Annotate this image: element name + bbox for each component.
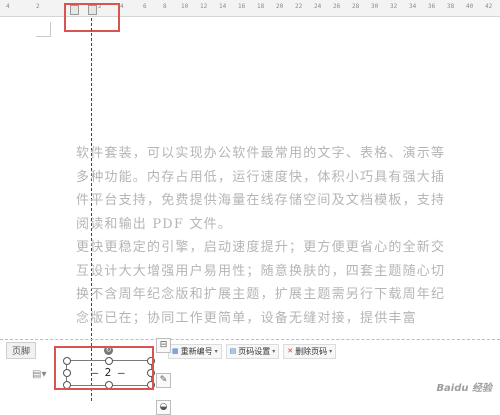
- ruler-tick-label: 10: [181, 3, 189, 10]
- chevron-down-icon: ▾: [329, 347, 333, 355]
- page-margin-corner: [36, 22, 51, 37]
- document-icon[interactable]: ▤▾: [32, 369, 46, 380]
- footer-separator: [0, 339, 500, 340]
- renumber-button[interactable]: ▦ 重新编号 ▾: [168, 343, 222, 359]
- ruler-tick-label: 14: [219, 3, 227, 10]
- ruler-tick-label: 24: [314, 3, 322, 10]
- chevron-down-icon: ▾: [272, 347, 276, 355]
- renumber-label: 重新编号: [180, 346, 213, 356]
- ruler-tick-label: 4: [6, 3, 10, 10]
- ruler-tick-label: 28: [352, 3, 360, 10]
- body-line: 互设计大大增强用户易用性；随意换肤的，四套主题随心切: [76, 263, 446, 279]
- ruler-tick-label: 40: [466, 3, 474, 10]
- body-line: 软件套装，可以实现办公软件最常用的文字、表格、演示等: [76, 146, 446, 161]
- layout-options-icon[interactable]: ⊟: [156, 338, 171, 353]
- ruler-highlight-annotation: [64, 3, 120, 32]
- document-body[interactable]: 软件套装，可以实现办公软件最常用的文字、表格、演示等 多种功能。内存占用低，运行…: [76, 142, 446, 330]
- baidu-watermark: Baidu 经验: [436, 383, 492, 394]
- ruler-tick-label: 16: [238, 3, 246, 10]
- footer-label: 页脚: [6, 342, 37, 359]
- body-line: 多种功能。内存占用低，运行速度快，体积小巧具有强大插: [76, 169, 446, 185]
- ruler-tick-label: 4: [120, 3, 124, 10]
- ruler-tick-label: 8: [163, 3, 167, 10]
- ruler-tick-label: 38: [447, 3, 455, 10]
- ruler-tick-label: 32: [390, 3, 398, 10]
- footer-side-icons: ⊟ ✎ ◒: [156, 338, 171, 415]
- ruler-tick-label: 42: [485, 3, 493, 10]
- fill-color-icon[interactable]: ◒: [156, 400, 171, 415]
- ruler-tick-label: 36: [428, 3, 436, 10]
- page-setup-icon: ▤: [229, 347, 237, 355]
- footer-highlight-annotation: [54, 346, 154, 390]
- ruler-tick-label: 30: [371, 3, 379, 10]
- body-line: 换不含周年纪念版和扩展主题，扩展主题需另行下载周年纪: [76, 287, 446, 302]
- page-setup-label: 页码设置: [238, 346, 271, 356]
- ruler-tick-label: 6: [143, 3, 147, 10]
- ruler-tick-label: 22: [295, 3, 303, 10]
- renumber-icon: ▦: [172, 347, 179, 355]
- ruler-tick-label: 2: [36, 3, 40, 10]
- body-line: 件平台支持，免费提供海量在线存储空间及文档模板，支持: [76, 193, 446, 208]
- delete-page-number-button[interactable]: ✕ 删除页码 ▾: [283, 343, 337, 359]
- body-line: 更快更稳定的引擎，启动速度提升；更方便更省心的全新交: [76, 240, 446, 255]
- body-line: 念版已在；协同工作更简单，设备无缝对接，提供丰富: [76, 310, 417, 326]
- chevron-down-icon: ▾: [214, 347, 218, 355]
- body-line: 阅读和输出 PDF 文件。: [76, 216, 233, 232]
- page-setup-button[interactable]: ▤ 页码设置 ▾: [225, 343, 280, 359]
- ruler-tick-label: 18: [257, 3, 265, 10]
- ruler-tick-label: 12: [200, 3, 208, 10]
- footer-toolbar: ▦ 重新编号 ▾ ▤ 页码设置 ▾ ✕ 删除页码 ▾: [168, 343, 337, 359]
- ruler-tick-label: 26: [333, 3, 341, 10]
- close-icon: ✕: [287, 347, 294, 355]
- edit-pencil-icon[interactable]: ✎: [156, 373, 171, 388]
- ruler-tick-label: 34: [409, 3, 417, 10]
- delete-page-number-label: 删除页码: [295, 346, 328, 356]
- ruler-tick-label: 20: [276, 3, 284, 10]
